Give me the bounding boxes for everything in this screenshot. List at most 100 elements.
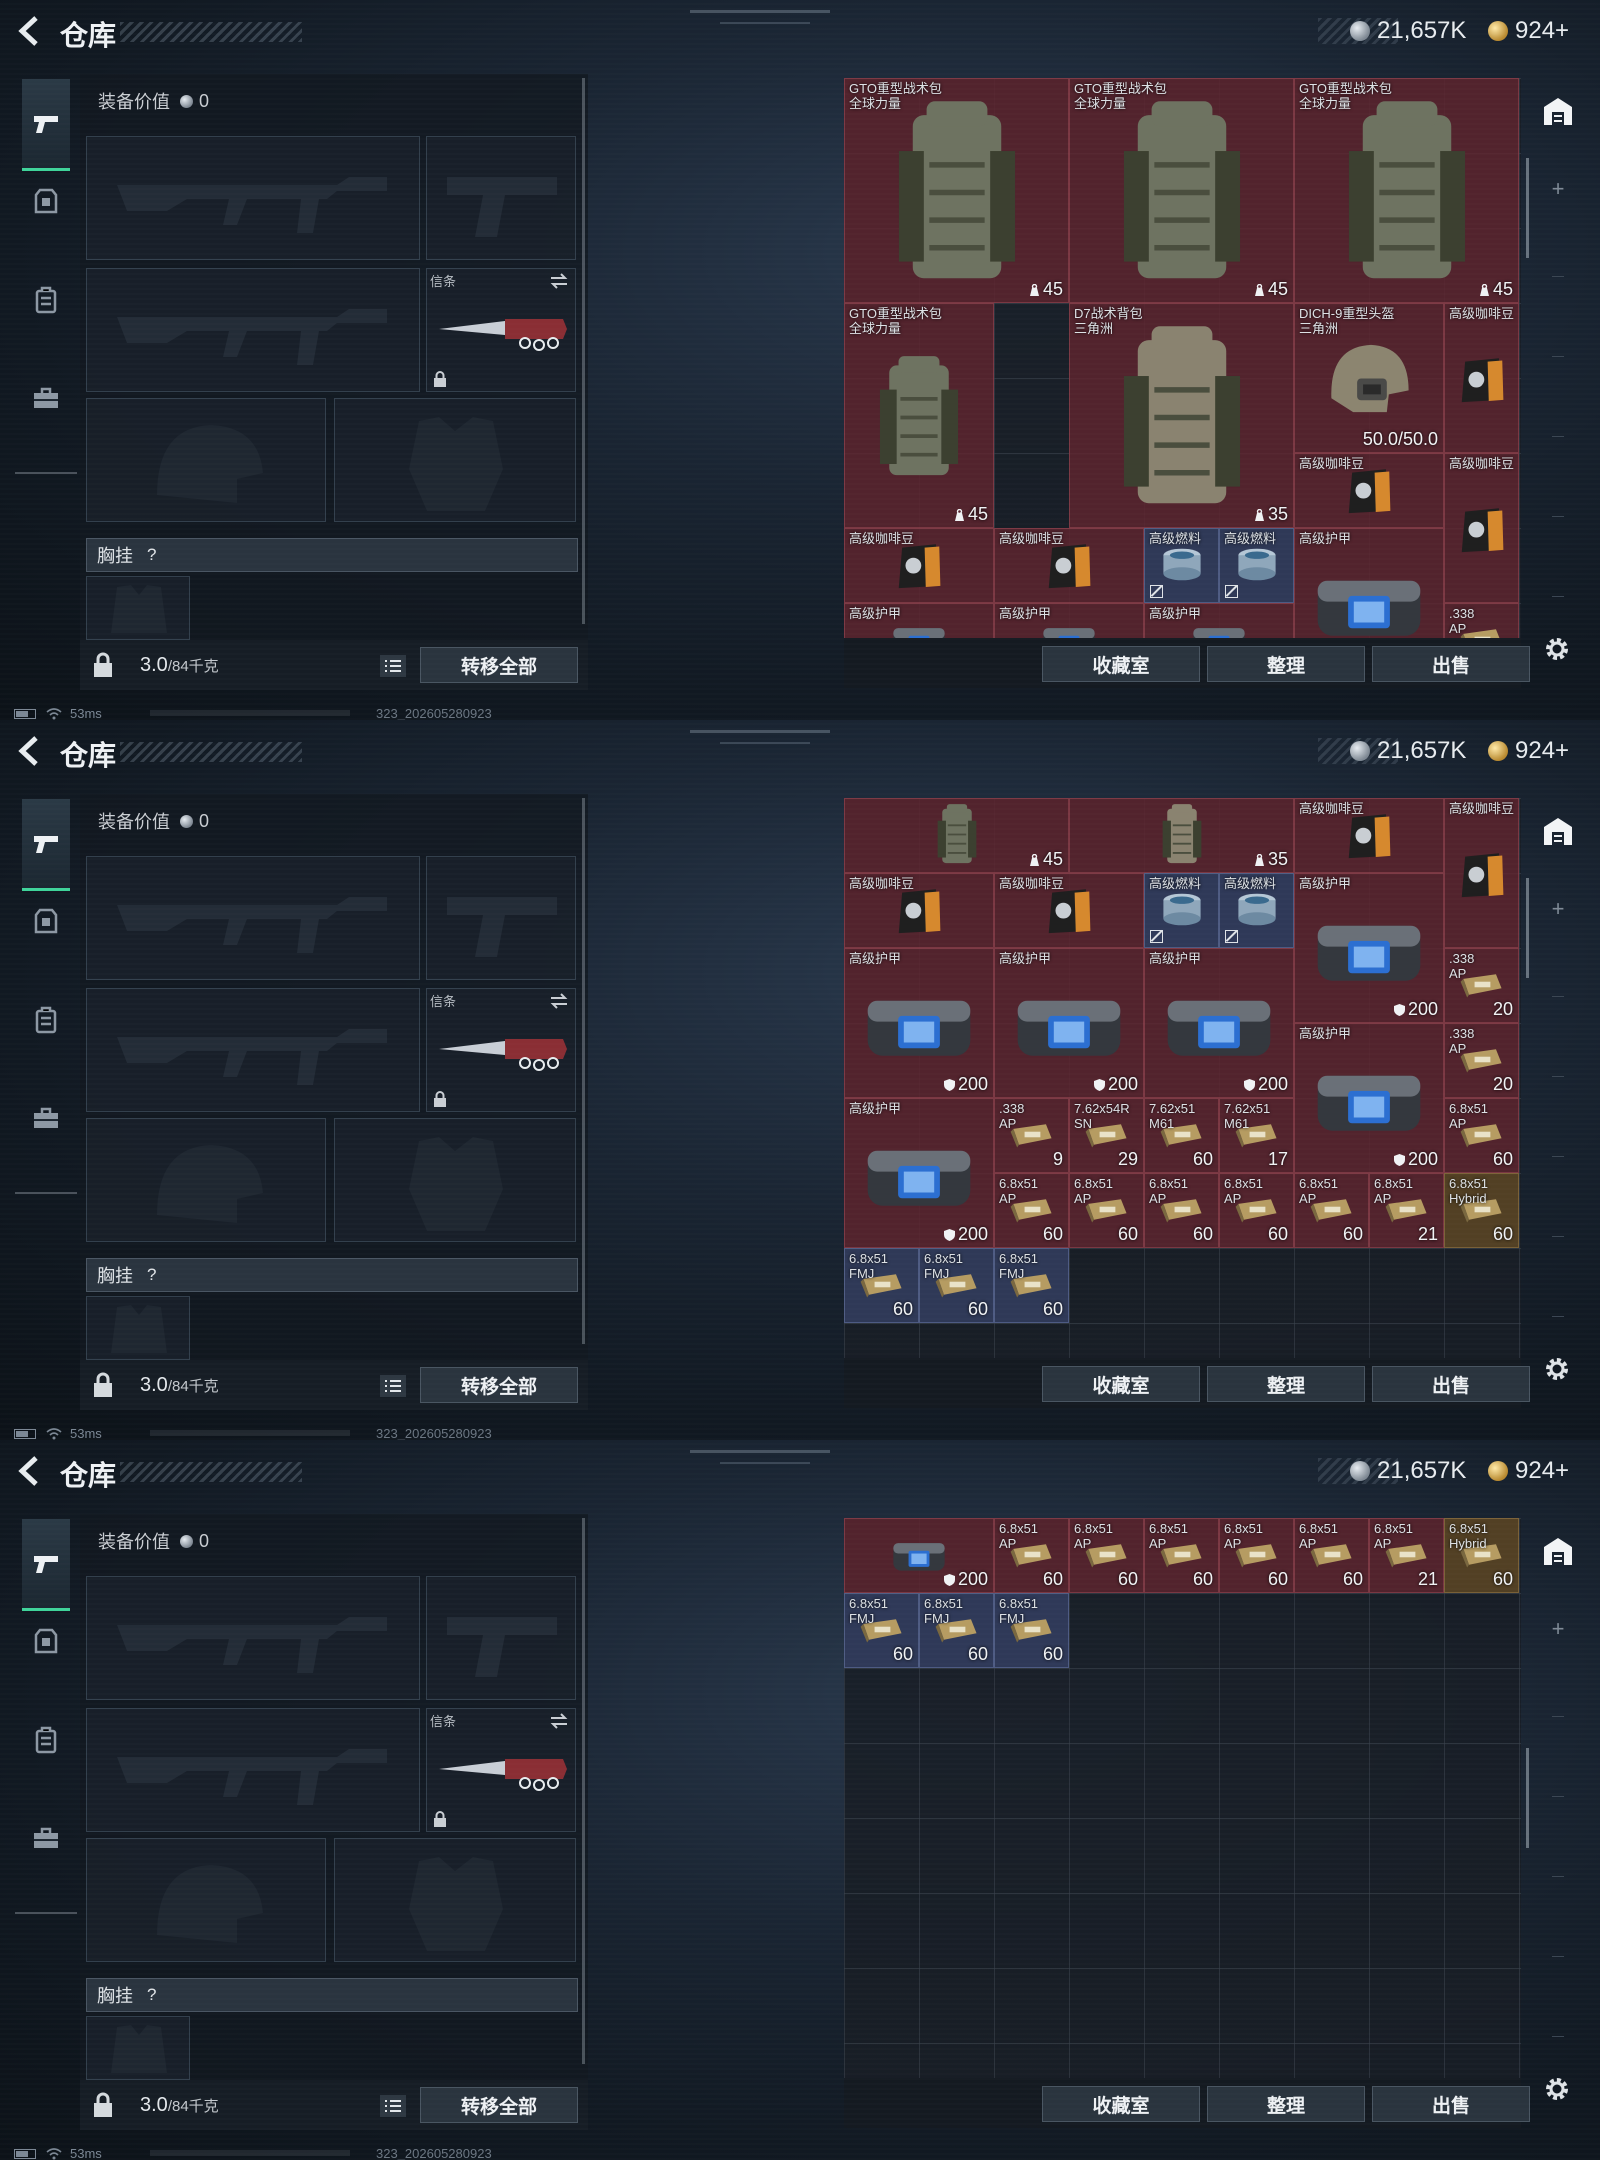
storage-item-fuel[interactable]: 高级燃料 (1219, 528, 1294, 603)
storage-item-ammo[interactable]: 6.8x51 AP 60 (1144, 1518, 1219, 1593)
storage-item-armor[interactable]: 高级护甲 (1294, 528, 1444, 638)
chest-rig-slot[interactable] (86, 1296, 190, 1360)
transfer-all-button[interactable]: 转移全部 (420, 647, 578, 683)
chest-rig-slot[interactable] (86, 2016, 190, 2080)
storage-item-ammo[interactable]: .338 AP 9 (994, 1098, 1069, 1173)
storage-item-ammo[interactable]: 6.8x51 AP 60 (1219, 1173, 1294, 1248)
silver-currency[interactable]: 21,657K (1350, 14, 1466, 48)
equipment-scrollbar[interactable] (582, 798, 585, 1344)
storage-item-coffee[interactable]: 高级咖啡豆 (994, 528, 1144, 603)
sort-button[interactable]: 整理 (1207, 1366, 1365, 1402)
primary-weapon-slot[interactable] (86, 136, 420, 260)
storage-item-backpack[interactable]: GTO重型战术包 全球力量 45 (1294, 78, 1519, 303)
storage-item-helmet[interactable]: DICH-9重型头盔 三角洲 50.0/50.0 (1294, 303, 1444, 453)
storage-item-coffee[interactable]: 高级咖啡豆 (1294, 453, 1444, 528)
storage-item-ammo[interactable]: 6.8x51 AP 60 (1219, 1518, 1294, 1593)
storage-item-ammo[interactable]: 6.8x51 AP 60 (994, 1173, 1069, 1248)
collection-room-button[interactable]: 收藏室 (1042, 646, 1200, 682)
storage-grid[interactable]: GTO重型战术包 全球力量 45 GTO重型战术包 全球力量 45 GTO重型战术包 全… (844, 78, 1521, 638)
helmet-slot[interactable] (86, 1118, 326, 1242)
storage-item-backpack[interactable]: 45 (844, 798, 1069, 873)
storage-item-backpack[interactable]: GTO重型战术包 全球力量 45 (844, 303, 994, 528)
storage-item-armor[interactable]: 高级护甲 200 (994, 948, 1144, 1098)
storage-item-ammo[interactable]: 6.8x51 AP 60 (1294, 1173, 1369, 1248)
storage-item-ammo[interactable]: 6.8x51 AP 60 (994, 1518, 1069, 1593)
list-icon[interactable] (378, 1372, 408, 1400)
lock-icon[interactable] (92, 2092, 114, 2118)
storage-item-ammo[interactable]: .338 AP 20 (1444, 1023, 1519, 1098)
secure-slot[interactable]: 信条 (426, 988, 576, 1112)
storage-item-coffee[interactable]: 高级咖啡豆 (1444, 453, 1519, 603)
secondary-weapon-slot[interactable] (86, 988, 420, 1112)
storage-item-ammo[interactable]: 6.8x51 AP 60 (1294, 1518, 1369, 1593)
lock-icon[interactable] (92, 1372, 114, 1398)
storage-item-backpack[interactable]: GTO重型战术包 全球力量 45 (1069, 78, 1294, 303)
depot-icon[interactable] (1530, 810, 1586, 854)
tab-backpack[interactable] (22, 1716, 70, 1764)
storage-grid[interactable]: 45 35 高级咖啡豆 高级咖啡豆 高级咖啡豆 高级咖啡豆 高级燃料 高级燃料 高级护甲 200.… (844, 798, 1521, 1358)
tab-armor[interactable] (22, 178, 70, 226)
swap-icon[interactable] (549, 993, 569, 1009)
storage-item-coffee[interactable]: 高级咖啡豆 (994, 873, 1144, 948)
tab-weapons[interactable] (22, 1519, 70, 1611)
pistol-slot[interactable] (426, 1576, 576, 1700)
depot-icon[interactable] (1530, 1530, 1586, 1574)
storage-item-armor[interactable]: 高级护甲 200 (1294, 873, 1444, 1023)
helmet-slot[interactable] (86, 1838, 326, 1962)
equipment-scrollbar[interactable] (582, 1518, 585, 2064)
collection-room-button[interactable]: 收藏室 (1042, 2086, 1200, 2122)
tab-weapons[interactable] (22, 79, 70, 171)
sell-button[interactable]: 出售 (1372, 646, 1530, 682)
sell-button[interactable]: 出售 (1372, 2086, 1530, 2122)
tab-toolbox[interactable] (22, 1094, 70, 1142)
secondary-weapon-slot[interactable] (86, 1708, 420, 1832)
swap-icon[interactable] (549, 1713, 569, 1729)
storage-scrollbar[interactable] (1526, 158, 1529, 258)
sort-button[interactable]: 整理 (1207, 646, 1365, 682)
storage-item-armor[interactable]: 高级护甲 (1144, 603, 1294, 638)
storage-item-backpack[interactable]: GTO重型战术包 全球力量 45 (844, 78, 1069, 303)
tab-backpack[interactable] (22, 996, 70, 1044)
storage-item-armor[interactable]: 高级护甲 (844, 603, 994, 638)
tab-toolbox[interactable] (22, 1814, 70, 1862)
list-icon[interactable] (378, 2092, 408, 2120)
storage-item-ammo[interactable]: 6.8x51 Hybrid 60 (1444, 1518, 1519, 1593)
storage-item-armor[interactable]: 高级护甲 200 (844, 948, 994, 1098)
storage-item-ammo[interactable]: 6.8x51 FMJ 60 (994, 1248, 1069, 1323)
tab-weapons[interactable] (22, 799, 70, 891)
storage-item-ammo[interactable]: 6.8x51 AP 60 (1069, 1518, 1144, 1593)
storage-item-ammo[interactable]: 6.8x51 FMJ 60 (919, 1248, 994, 1323)
storage-item-armor[interactable]: 高级护甲 200 (1144, 948, 1294, 1098)
lock-icon[interactable] (92, 652, 114, 678)
gear-icon[interactable] (1542, 634, 1572, 664)
chest-rig-help-icon[interactable]: ? (147, 545, 156, 565)
storage-item-ammo[interactable]: 6.8x51 AP 21 (1369, 1173, 1444, 1248)
transfer-all-button[interactable]: 转移全部 (420, 2087, 578, 2123)
storage-item-ammo[interactable]: .338 AP 20 (1444, 948, 1519, 1023)
silver-currency[interactable]: 21,657K (1350, 734, 1466, 768)
chest-rig-slot[interactable] (86, 576, 190, 640)
storage-item-ammo[interactable]: 7.62x54R SN 29 (1069, 1098, 1144, 1173)
add-storage-button[interactable]: + (1530, 896, 1586, 922)
storage-item-ammo[interactable]: 6.8x51 FMJ 60 (994, 1593, 1069, 1668)
storage-item-ammo[interactable]: 6.8x51 AP 60 (1069, 1173, 1144, 1248)
tab-toolbox[interactable] (22, 374, 70, 422)
storage-item-fuel[interactable]: 高级燃料 (1144, 528, 1219, 603)
storage-item-ammo[interactable]: 7.62x51 M61 17 (1219, 1098, 1294, 1173)
back-arrow-icon[interactable] (14, 734, 44, 768)
storage-item-armor[interactable]: 200 (844, 1518, 994, 1593)
tab-armor[interactable] (22, 898, 70, 946)
secondary-weapon-slot[interactable] (86, 268, 420, 392)
storage-item-coffee[interactable]: 高级咖啡豆 (1444, 798, 1519, 948)
equipment-scrollbar[interactable] (582, 78, 585, 624)
storage-item-ammo[interactable]: 6.8x51 AP 21 (1369, 1518, 1444, 1593)
body-armor-slot[interactable] (334, 1118, 576, 1242)
gear-icon[interactable] (1542, 2074, 1572, 2104)
tab-armor[interactable] (22, 1618, 70, 1666)
storage-item-ammo[interactable]: 6.8x51 AP 60 (1144, 1173, 1219, 1248)
pistol-slot[interactable] (426, 136, 576, 260)
add-storage-button[interactable]: + (1530, 1616, 1586, 1642)
silver-currency[interactable]: 21,657K (1350, 1454, 1466, 1488)
back-arrow-icon[interactable] (14, 14, 44, 48)
secure-slot[interactable]: 信条 (426, 268, 576, 392)
